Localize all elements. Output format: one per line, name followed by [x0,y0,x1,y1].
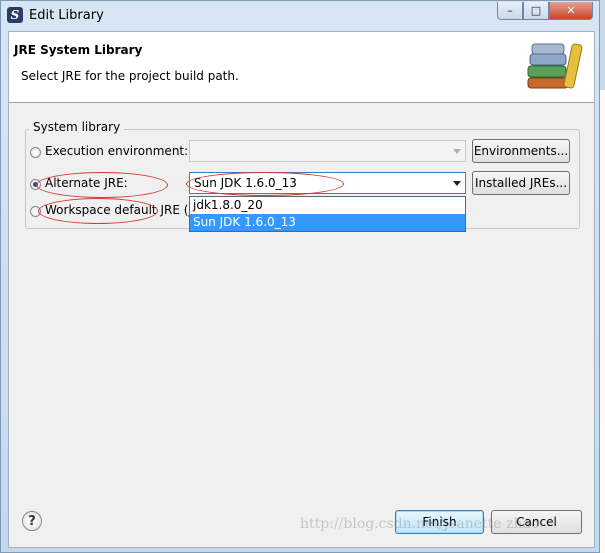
chevron-down-icon [453,149,461,154]
installed-jres-button[interactable]: Installed JREs... [472,171,570,195]
workspace-default-label: Workspace default JRE (j [45,203,192,217]
dropdown-option[interactable]: jdk1.8.0_20 [190,197,465,214]
cancel-button[interactable]: Cancel [491,510,582,534]
alternate-jre-value: Sun JDK 1.6.0_13 [194,176,297,190]
finish-button[interactable]: Finish [395,510,484,534]
execution-environment-label: Execution environment: [45,144,189,158]
system-library-label: System library [29,120,125,134]
window-controls: – □ ✕ [497,2,593,20]
minimize-icon: – [507,4,513,17]
close-icon: ✕ [566,4,576,17]
environments-button[interactable]: Environments... [472,139,570,163]
minimize-button[interactable]: – [497,2,523,20]
title-bar[interactable]: S Edit Library – □ ✕ [1,1,599,31]
maximize-button[interactable]: □ [523,2,549,20]
alternate-jre-combo[interactable]: Sun JDK 1.6.0_13 [189,172,466,194]
eclipse-app-icon: S [7,7,23,23]
help-icon[interactable]: ? [22,511,42,531]
workspace-default-radio[interactable] [30,206,41,217]
library-books-icon [527,43,583,89]
close-button[interactable]: ✕ [549,2,593,20]
dialog-window: S Edit Library – □ ✕ JRE System Library … [0,0,600,553]
dialog-client-area: JRE System Library Select JRE for the pr… [8,31,595,548]
maximize-icon: □ [530,4,542,17]
alternate-jre-label: Alternate JRE: [45,176,128,190]
alternate-jre-radio[interactable] [30,179,41,190]
background-window-edge [600,90,605,553]
page-description: Select JRE for the project build path. [21,69,239,83]
execution-environment-radio[interactable] [30,147,41,158]
wizard-header: JRE System Library Select JRE for the pr… [9,32,594,103]
page-title: JRE System Library [14,43,143,57]
jre-dropdown-list: jdk1.8.0_20 Sun JDK 1.6.0_13 [189,196,466,232]
execution-environment-combo[interactable] [189,140,466,162]
window-title: Edit Library [29,8,104,23]
chevron-down-icon [453,181,461,186]
dropdown-option-selected[interactable]: Sun JDK 1.6.0_13 [190,214,465,231]
